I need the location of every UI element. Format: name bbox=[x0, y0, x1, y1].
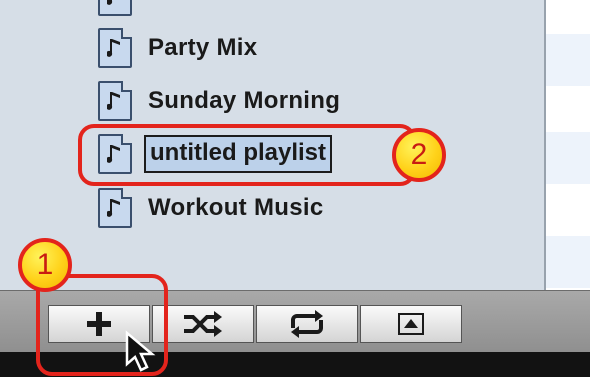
playlist-label: Sunday Morning bbox=[148, 87, 341, 114]
playlist-icon bbox=[98, 81, 132, 121]
playlist-label: Party Mix bbox=[148, 34, 258, 61]
playlist-icon bbox=[98, 28, 132, 68]
playlist-item-workout-music[interactable]: Workout Music bbox=[98, 186, 323, 230]
repeat-icon bbox=[291, 310, 323, 338]
track-list[interactable] bbox=[546, 0, 590, 290]
playlist-icon bbox=[98, 0, 132, 16]
playlist-item-sunday-morning[interactable]: Sunday Morning bbox=[98, 79, 340, 123]
row-stripe bbox=[546, 34, 590, 86]
playlist-item-party-mix[interactable]: Party Mix bbox=[98, 26, 257, 70]
highlight-ring-2 bbox=[78, 124, 416, 186]
shuffle-icon bbox=[184, 311, 222, 337]
annotation-badge-2: 2 bbox=[392, 128, 446, 182]
annotation-badge-1: 1 bbox=[18, 238, 72, 292]
repeat-button[interactable] bbox=[256, 305, 358, 343]
mouse-cursor-icon bbox=[125, 330, 156, 372]
row-stripe bbox=[546, 236, 590, 288]
row-stripe bbox=[546, 132, 590, 184]
eject-icon bbox=[398, 313, 424, 335]
playlist-icon bbox=[98, 188, 132, 228]
list-item-partial[interactable] bbox=[98, 0, 132, 18]
playlist-label: Workout Music bbox=[148, 194, 324, 221]
show-artwork-button[interactable] bbox=[360, 305, 462, 343]
